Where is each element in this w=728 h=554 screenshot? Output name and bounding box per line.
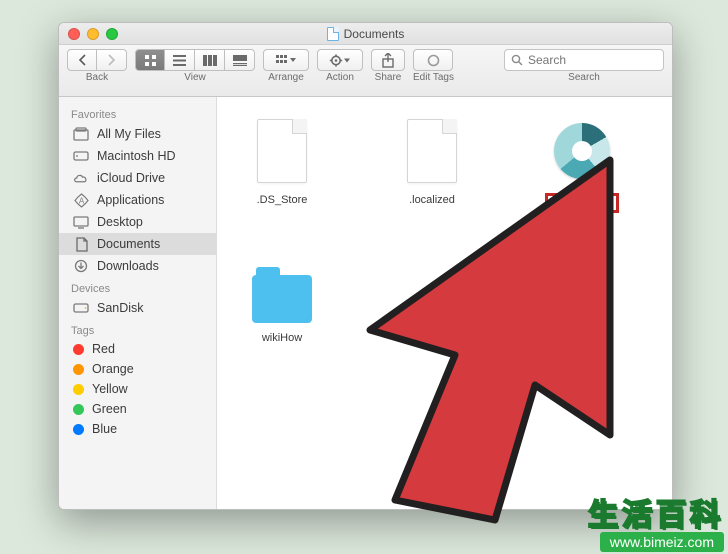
sidebar-item-label: Applications — [97, 193, 164, 207]
sidebar-item-label: SanDisk — [97, 301, 144, 315]
documents-icon — [73, 236, 89, 252]
action-button[interactable] — [317, 49, 363, 71]
cloud-icon — [73, 170, 89, 186]
file-icon — [407, 119, 457, 183]
finder-window: Documents Back — [58, 22, 673, 510]
tag-dot-icon — [73, 424, 84, 435]
sidebar-item-label: Downloads — [97, 259, 159, 273]
sidebar-header-tags: Tags — [59, 319, 216, 339]
arrange-label: Arrange — [268, 72, 304, 83]
external-disk-icon — [73, 300, 89, 316]
tag-dot-icon — [73, 404, 84, 415]
sidebar-header-devices: Devices — [59, 277, 216, 297]
chevron-right-icon — [107, 54, 116, 66]
search-field[interactable] — [504, 49, 664, 71]
applications-icon: A — [73, 192, 89, 208]
coverflow-icon — [233, 55, 247, 66]
grid-icon — [144, 54, 157, 67]
share-button[interactable] — [371, 49, 405, 71]
view-list-button[interactable] — [165, 49, 195, 71]
search-input[interactable] — [528, 53, 657, 67]
share-icon — [381, 53, 395, 68]
sidebar-item-sandisk[interactable]: SanDisk — [59, 297, 216, 319]
toolbar: Back View Arr — [59, 45, 672, 97]
arrange-icon — [276, 54, 296, 66]
edit-tags-button[interactable] — [413, 49, 453, 71]
window-body: Favorites All My Files Macintosh HD iClo… — [59, 97, 672, 509]
sidebar-item-label: Blue — [92, 422, 117, 436]
sidebar-item-label: Desktop — [97, 215, 143, 229]
file-icon — [257, 119, 307, 183]
back-button[interactable] — [67, 49, 97, 71]
sidebar-item-label: Yellow — [92, 382, 128, 396]
titlebar: Documents — [59, 23, 672, 45]
sidebar: Favorites All My Files Macintosh HD iClo… — [59, 97, 217, 509]
sidebar-item-applications[interactable]: A Applications — [59, 189, 216, 211]
action-label: Action — [326, 72, 354, 83]
sidebar-tag-yellow[interactable]: Yellow — [59, 379, 216, 399]
sidebar-item-downloads[interactable]: Downloads — [59, 255, 216, 277]
search-icon — [511, 54, 523, 66]
sidebar-item-label: Documents — [97, 237, 160, 251]
view-column-button[interactable] — [195, 49, 225, 71]
sidebar-item-macintosh-hd[interactable]: Macintosh HD — [59, 145, 216, 167]
tag-dot-icon — [73, 364, 84, 375]
downloads-icon — [73, 258, 89, 274]
file-item[interactable]: cd_mac.icns — [537, 115, 627, 213]
sidebar-item-label: All My Files — [97, 127, 161, 141]
desktop-icon — [73, 214, 89, 230]
hdd-icon — [73, 148, 89, 164]
file-item[interactable]: .localized — [387, 115, 477, 213]
tag-dot-icon — [73, 384, 84, 395]
back-label: Back — [86, 72, 108, 83]
minimize-button[interactable] — [87, 28, 99, 40]
sidebar-item-icloud[interactable]: iCloud Drive — [59, 167, 216, 189]
file-label: .localized — [406, 193, 458, 207]
file-label: wikiHow — [259, 331, 305, 345]
sidebar-item-all-my-files[interactable]: All My Files — [59, 123, 216, 145]
close-button[interactable] — [68, 28, 80, 40]
all-files-icon — [73, 126, 89, 142]
gear-icon — [329, 54, 351, 67]
tag-dot-icon — [73, 344, 84, 355]
sidebar-item-label: iCloud Drive — [97, 171, 165, 185]
folder-proxy-icon — [327, 27, 339, 41]
window-title: Documents — [344, 27, 405, 41]
sidebar-header-favorites: Favorites — [59, 103, 216, 123]
sidebar-item-label: Macintosh HD — [97, 149, 176, 163]
file-label: .DS_Store — [254, 193, 311, 207]
sidebar-tag-green[interactable]: Green — [59, 399, 216, 419]
share-label: Share — [375, 72, 402, 83]
file-grid[interactable]: .DS_Store .localized cd_mac.icns wikiHow — [217, 97, 672, 509]
forward-button[interactable] — [97, 49, 127, 71]
file-item[interactable]: wikiHow — [237, 253, 327, 345]
sidebar-tag-red[interactable]: Red — [59, 339, 216, 359]
sidebar-tag-orange[interactable]: Orange — [59, 359, 216, 379]
chevron-left-icon — [78, 54, 87, 66]
zoom-button[interactable] — [106, 28, 118, 40]
sidebar-item-label: Green — [92, 402, 127, 416]
search-label: Search — [568, 72, 600, 83]
sidebar-item-desktop[interactable]: Desktop — [59, 211, 216, 233]
columns-icon — [203, 55, 217, 66]
window-controls — [59, 28, 118, 40]
sidebar-item-documents[interactable]: Documents — [59, 233, 216, 255]
sidebar-tag-blue[interactable]: Blue — [59, 419, 216, 439]
view-coverflow-button[interactable] — [225, 49, 255, 71]
watermark-url: www.bimeiz.com — [600, 532, 724, 552]
icns-file-icon — [554, 123, 610, 179]
svg-text:A: A — [78, 196, 84, 205]
sidebar-item-label: Red — [92, 342, 115, 356]
view-label: View — [184, 72, 206, 83]
folder-icon — [252, 275, 312, 323]
file-item[interactable]: .DS_Store — [237, 115, 327, 213]
view-icon-button[interactable] — [135, 49, 165, 71]
file-label: cd_mac.icns — [545, 193, 618, 213]
tag-icon — [427, 54, 440, 67]
tags-label: Edit Tags — [413, 72, 454, 83]
list-icon — [173, 55, 186, 66]
arrange-button[interactable] — [263, 49, 309, 71]
sidebar-item-label: Orange — [92, 362, 134, 376]
